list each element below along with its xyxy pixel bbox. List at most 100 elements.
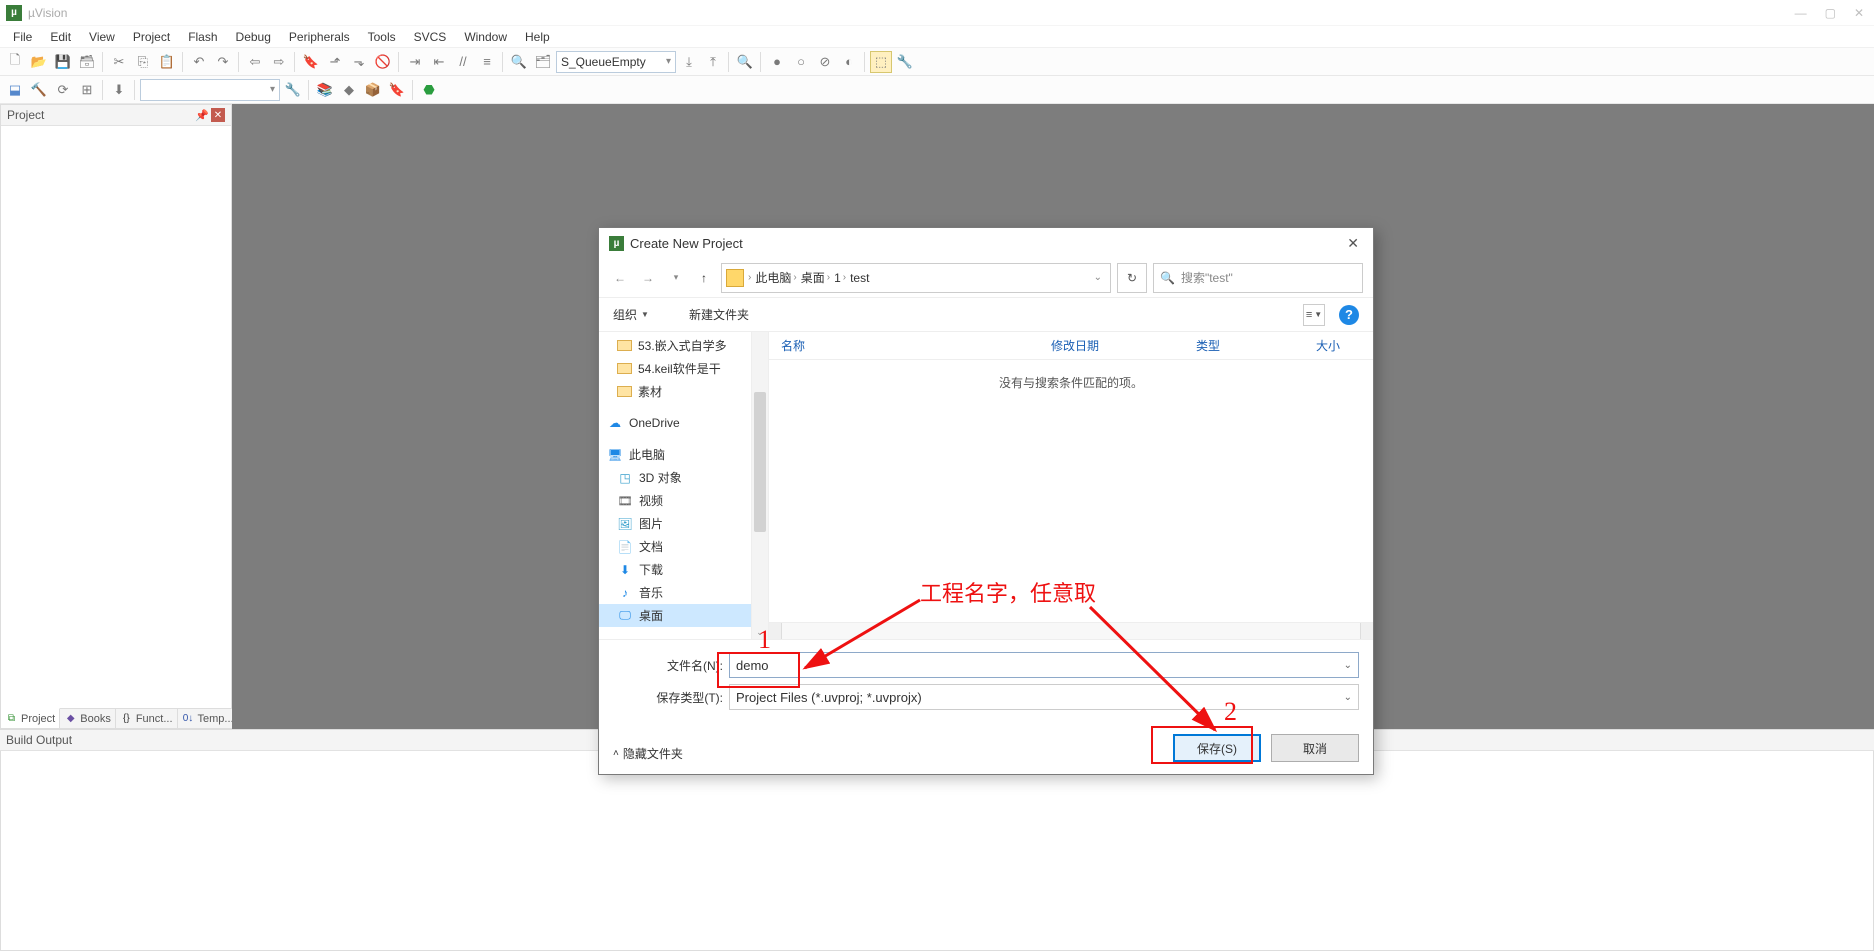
- tree-item-picture[interactable]: 🖼图片: [599, 512, 751, 535]
- tree-item-onedrive[interactable]: ☁OneDrive: [599, 413, 751, 433]
- save-button[interactable]: 保存(S): [1173, 734, 1261, 762]
- rebuild-icon[interactable]: ⟳: [52, 79, 74, 101]
- redo-icon[interactable]: ↷: [212, 51, 234, 73]
- new-folder-button[interactable]: 新建文件夹: [689, 306, 749, 323]
- uncomment-icon[interactable]: ≡: [476, 51, 498, 73]
- tab-templates[interactable]: 0↓ Temp...: [178, 709, 239, 728]
- tab-functions[interactable]: {} Funct...: [116, 709, 178, 728]
- nav-back-icon[interactable]: ⇦: [244, 51, 266, 73]
- tree-item-document[interactable]: 📄文档: [599, 535, 751, 558]
- debug-icon[interactable]: 🔍: [734, 51, 756, 73]
- bookmark-clear-icon[interactable]: 🚫: [372, 51, 394, 73]
- folder-tree[interactable]: 53.嵌入式自学多 54.keil软件是干 素材 ☁OneDrive 🖥此电脑 …: [599, 332, 752, 639]
- tree-item[interactable]: 54.keil软件是干: [599, 357, 751, 380]
- batch-build-icon[interactable]: ⊞: [76, 79, 98, 101]
- menu-flash[interactable]: Flash: [179, 28, 226, 46]
- panel-close-icon[interactable]: ✕: [211, 108, 225, 122]
- find-next-icon[interactable]: ⤓: [678, 51, 700, 73]
- bookmark-icon[interactable]: 🔖: [300, 51, 322, 73]
- window-icon[interactable]: ⬚: [870, 51, 892, 73]
- tree-item-3d[interactable]: ◳3D 对象: [599, 466, 751, 489]
- tree-item-desktop[interactable]: 🖵桌面: [599, 604, 751, 627]
- menu-window[interactable]: Window: [455, 28, 516, 46]
- tree-item-video[interactable]: 🎞视频: [599, 489, 751, 512]
- refresh-button[interactable]: ↻: [1117, 263, 1147, 293]
- col-name[interactable]: 名称: [781, 337, 1051, 354]
- pack-installer-icon[interactable]: 📦: [362, 79, 384, 101]
- breakpoint-icon[interactable]: ●: [766, 51, 788, 73]
- menu-svcs[interactable]: SVCS: [405, 28, 456, 46]
- col-size[interactable]: 大小: [1316, 337, 1366, 354]
- tree-scrollbar[interactable]: ⌄: [752, 332, 769, 639]
- location-bar[interactable]: › 此电脑 › 桌面 › 1 › test ⌄: [721, 263, 1111, 293]
- menu-help[interactable]: Help: [516, 28, 559, 46]
- find-prev-icon[interactable]: ⤒: [702, 51, 724, 73]
- menu-file[interactable]: File: [4, 28, 41, 46]
- tree-item-thispc[interactable]: 🖥此电脑: [599, 443, 751, 466]
- manage-rte-icon[interactable]: ◆: [338, 79, 360, 101]
- dialog-close-icon[interactable]: ✕: [1343, 231, 1363, 256]
- location-dropdown-icon[interactable]: ⌄: [1090, 272, 1106, 283]
- comment-icon[interactable]: //: [452, 51, 474, 73]
- breakpoint-kill-icon[interactable]: ⊘: [814, 51, 836, 73]
- outdent-icon[interactable]: ⇤: [428, 51, 450, 73]
- new-file-icon[interactable]: 🗋: [4, 51, 26, 73]
- build-icon[interactable]: 🔨: [28, 79, 50, 101]
- menu-view[interactable]: View: [80, 28, 124, 46]
- config-icon[interactable]: 🔧: [894, 51, 916, 73]
- hide-folders-toggle[interactable]: ˄ 隐藏文件夹: [613, 745, 683, 762]
- find-in-files-icon[interactable]: 🗂: [532, 51, 554, 73]
- crumb-thispc[interactable]: 此电脑 ›: [755, 269, 796, 286]
- nav-forward-button[interactable]: →: [637, 264, 659, 292]
- crumb-desktop[interactable]: 桌面 ›: [801, 269, 830, 286]
- download-icon[interactable]: ⬇: [108, 79, 130, 101]
- col-type[interactable]: 类型: [1196, 337, 1316, 354]
- nav-back-button[interactable]: ←: [609, 264, 631, 292]
- breakpoint-disable-icon[interactable]: ○: [790, 51, 812, 73]
- build-output-panel[interactable]: [0, 751, 1874, 951]
- select-pack-icon[interactable]: 🔖: [386, 79, 408, 101]
- pin-icon[interactable]: 📌: [195, 108, 209, 122]
- tab-project[interactable]: ⧉ Project: [1, 708, 60, 728]
- tree-item[interactable]: 53.嵌入式自学多: [599, 334, 751, 357]
- cancel-button[interactable]: 取消: [1271, 734, 1359, 762]
- find-combo[interactable]: S_QueueEmpty ▾: [556, 51, 676, 73]
- nav-up-button[interactable]: ↑: [693, 264, 715, 292]
- save-all-icon[interactable]: 🗃: [76, 51, 98, 73]
- maximize-button[interactable]: ▢: [1825, 6, 1836, 20]
- bookmark-prev-icon[interactable]: ⬏: [324, 51, 346, 73]
- file-list[interactable]: 名称 修改日期 类型 大小 没有与搜索条件匹配的项。: [769, 332, 1373, 639]
- find-icon[interactable]: 🔍: [508, 51, 530, 73]
- horizontal-scrollbar[interactable]: [769, 622, 1373, 639]
- menu-tools[interactable]: Tools: [359, 28, 405, 46]
- project-tree[interactable]: [1, 126, 231, 708]
- tree-item[interactable]: 素材: [599, 380, 751, 403]
- copy-icon[interactable]: ⎘: [132, 51, 154, 73]
- organize-menu[interactable]: 组织▼: [613, 306, 649, 323]
- breakpoint-enable-all-icon[interactable]: ◐: [838, 51, 860, 73]
- options-icon[interactable]: 🔧: [282, 79, 304, 101]
- filename-input[interactable]: demo ⌄: [729, 652, 1359, 678]
- manage-icon[interactable]: 📚: [314, 79, 336, 101]
- tree-item-download[interactable]: ⬇下载: [599, 558, 751, 581]
- open-file-icon[interactable]: 📂: [28, 51, 50, 73]
- tab-books[interactable]: ◆ Books: [60, 709, 116, 728]
- tree-item-music[interactable]: ♪音乐: [599, 581, 751, 604]
- minimize-button[interactable]: —: [1795, 6, 1807, 20]
- crumb-1[interactable]: 1 ›: [834, 271, 846, 285]
- save-icon[interactable]: 💾: [52, 51, 74, 73]
- menu-project[interactable]: Project: [124, 28, 179, 46]
- nav-history-button[interactable]: ▾: [665, 264, 687, 292]
- menu-edit[interactable]: Edit: [41, 28, 80, 46]
- nav-fwd-icon[interactable]: ⇨: [268, 51, 290, 73]
- cut-icon[interactable]: ✂: [108, 51, 130, 73]
- bookmark-next-icon[interactable]: ⬎: [348, 51, 370, 73]
- indent-icon[interactable]: ⇥: [404, 51, 426, 73]
- menu-peripherals[interactable]: Peripherals: [280, 28, 359, 46]
- col-date[interactable]: 修改日期: [1051, 337, 1196, 354]
- translate-icon[interactable]: ⬓: [4, 79, 26, 101]
- search-input[interactable]: 🔍 搜索"test": [1153, 263, 1363, 293]
- undo-icon[interactable]: ↶: [188, 51, 210, 73]
- view-mode-button[interactable]: ≡ ▼: [1303, 304, 1325, 326]
- menu-debug[interactable]: Debug: [227, 28, 280, 46]
